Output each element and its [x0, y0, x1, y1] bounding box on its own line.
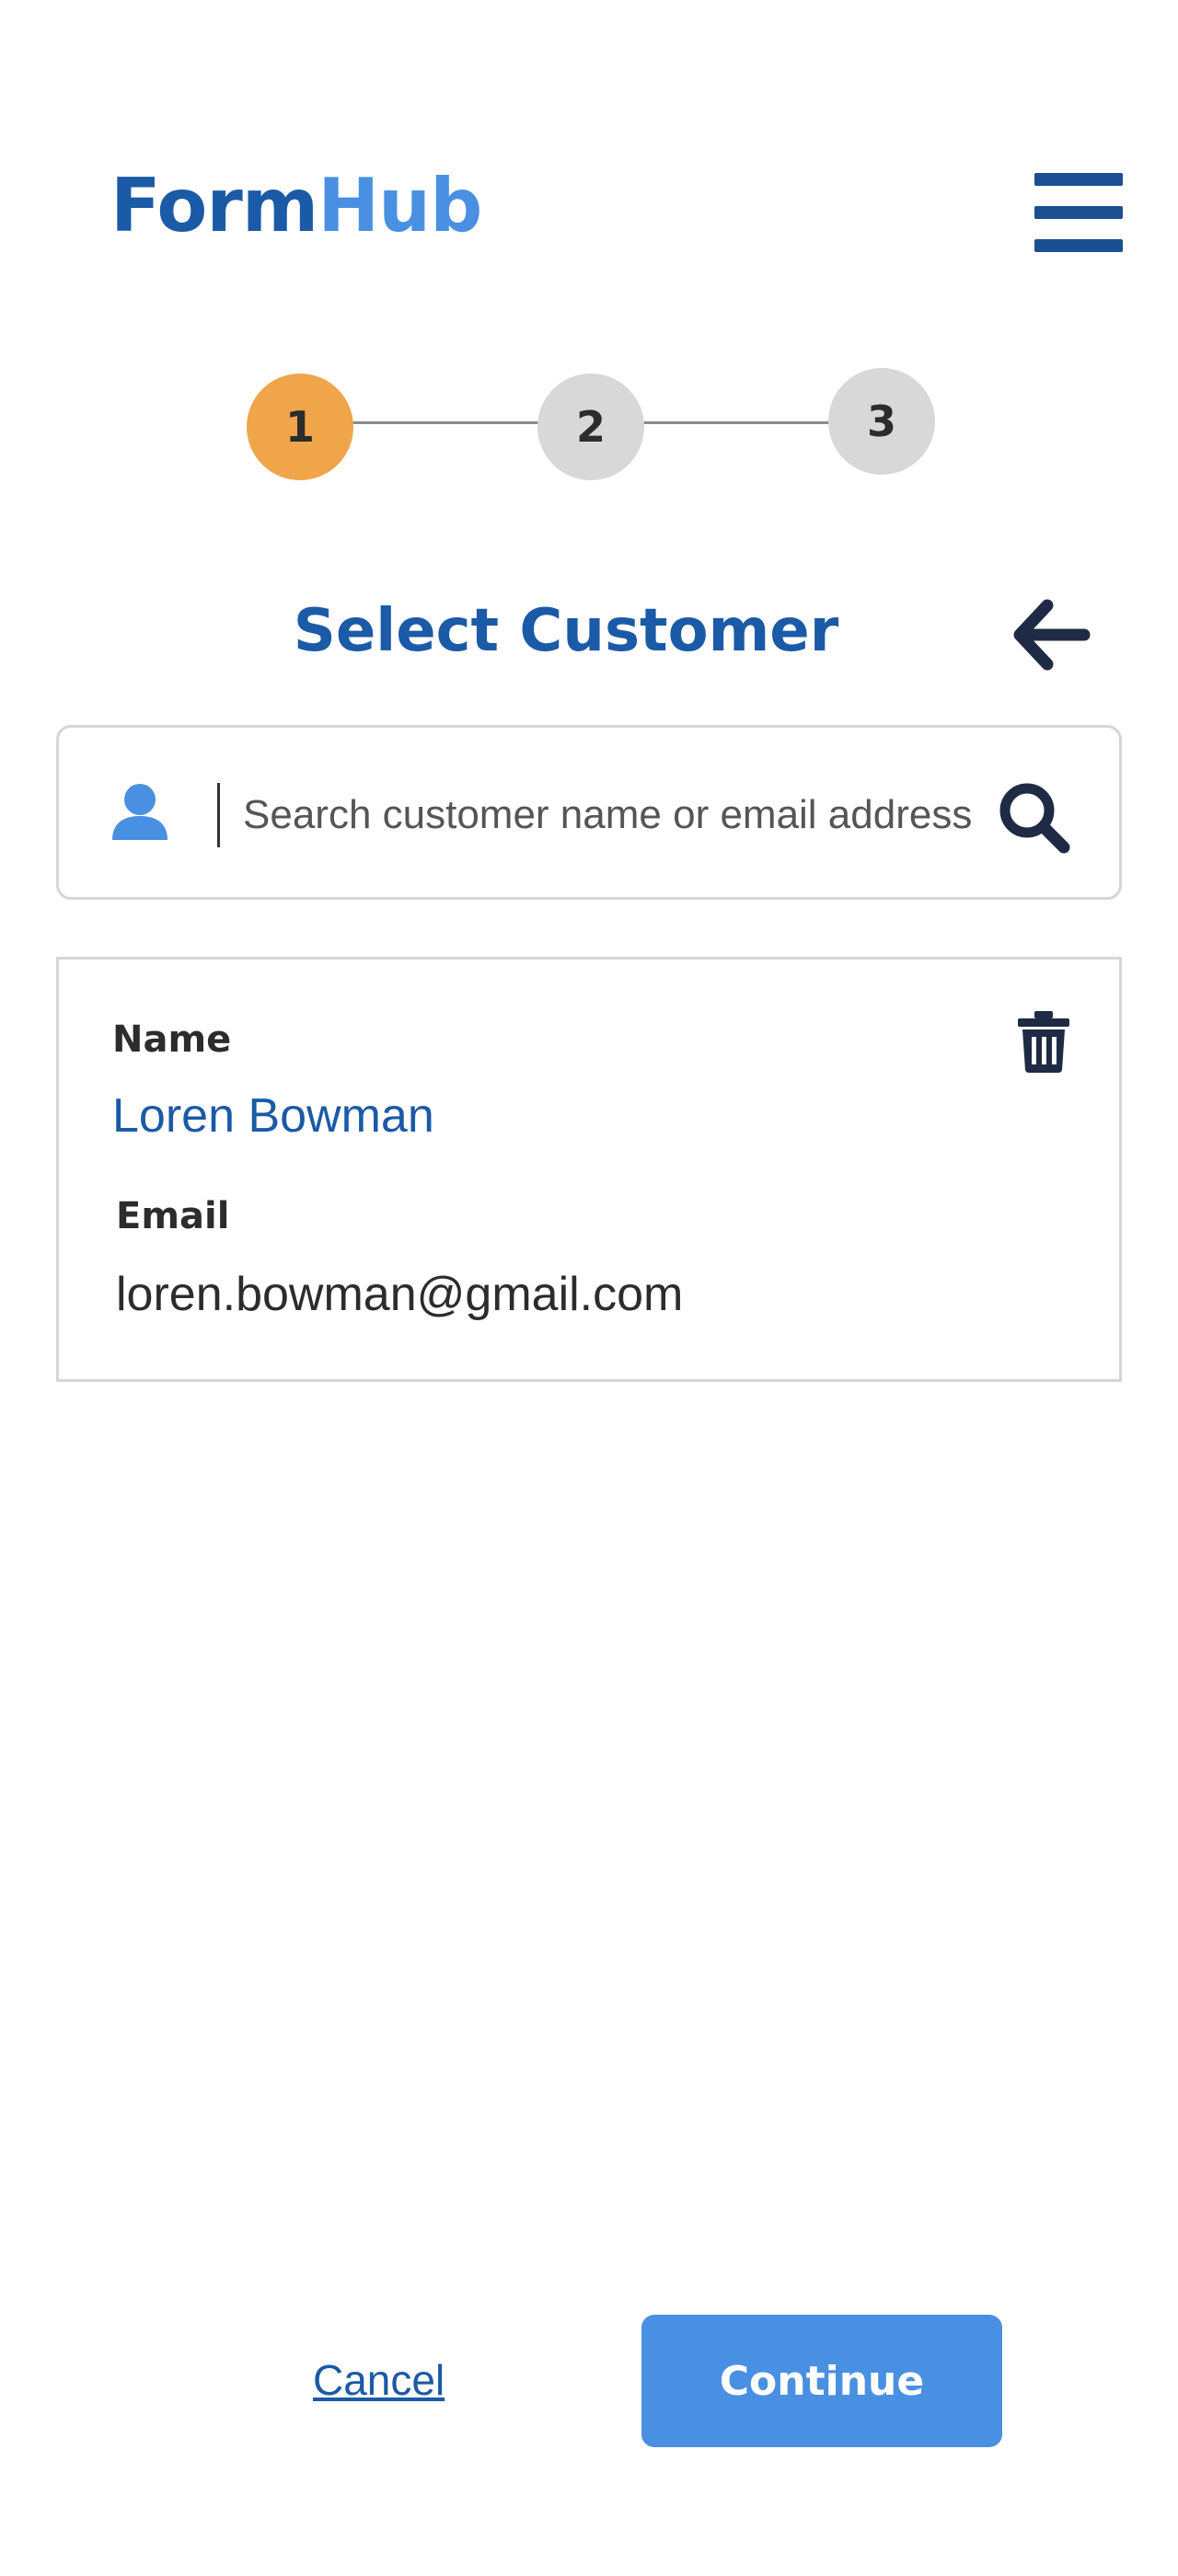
- page-title: Select Customer: [293, 597, 839, 665]
- search-divider: [217, 783, 220, 847]
- hamburger-menu-icon[interactable]: [1033, 171, 1125, 254]
- arrow-left-icon[interactable]: [1007, 592, 1091, 677]
- app-logo[interactable]: FormHub: [110, 169, 482, 243]
- step-3-indicator[interactable]: 3: [828, 368, 935, 475]
- step-2-indicator[interactable]: 2: [537, 374, 644, 480]
- menu-bar-bottom: [1034, 239, 1123, 252]
- magnifier-icon[interactable]: [994, 777, 1073, 857]
- customer-search-input[interactable]: [243, 765, 1034, 866]
- customer-email-value: loren.bowman@gmail.com: [116, 1268, 684, 1321]
- step-connector-2-3: [641, 421, 834, 424]
- logo-text-hub: Hub: [318, 163, 482, 248]
- continue-button[interactable]: Continue: [641, 2315, 1002, 2447]
- selected-customer-card: Name Loren Bowman Email loren.bowman@gma…: [56, 957, 1122, 1382]
- page: FormHub 1 2 3 Select Customer Search cus…: [0, 0, 1178, 2576]
- customer-search-box: [56, 725, 1122, 900]
- menu-bar-middle: [1034, 206, 1123, 219]
- back-arrow-svg: [1013, 599, 1091, 671]
- name-label: Name: [112, 1018, 232, 1061]
- customer-name-value: Loren Bowman: [112, 1089, 434, 1143]
- step-1-indicator[interactable]: 1: [247, 374, 353, 480]
- trash-icon[interactable]: [1016, 1009, 1071, 1074]
- email-label: Email: [116, 1195, 230, 1237]
- menu-bar-top: [1034, 173, 1123, 186]
- cancel-link[interactable]: Cancel: [313, 2355, 445, 2405]
- user-icon: [112, 784, 167, 840]
- step-connector-1-2: [350, 421, 543, 424]
- progress-stepper: 1 2 3: [0, 364, 1178, 484]
- logo-text-form: Form: [110, 163, 318, 248]
